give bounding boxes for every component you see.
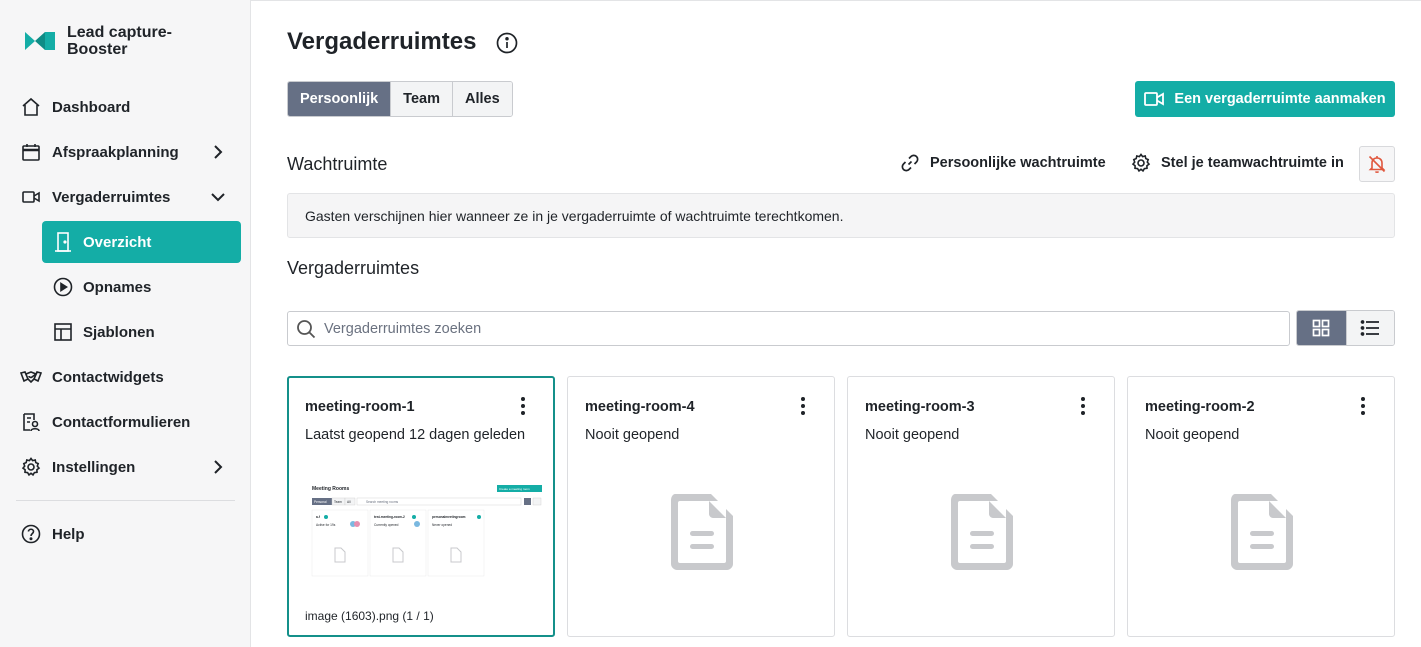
more-options-icon[interactable] (514, 395, 532, 417)
sidebar-item-label: Opnames (83, 278, 152, 296)
search-icon (297, 319, 316, 338)
waiting-room-title: Wachtruimte (287, 154, 388, 174)
recording-thumbnail[interactable]: Meeting Rooms Create a meeting room Pers… (309, 482, 543, 578)
bell-off-icon (1368, 155, 1386, 174)
layout-icon (52, 321, 74, 343)
list-icon (1360, 320, 1380, 336)
room-name: meeting-room-2 (1145, 399, 1255, 415)
sidebar-item-contactwidgets[interactable]: Contactwidgets (16, 356, 241, 398)
room-status: Nooit geopend (585, 427, 680, 443)
calendar-icon (20, 141, 42, 163)
document-icon (951, 494, 1013, 570)
view-toggle (1296, 310, 1395, 346)
sidebar-item-label: Contactformulieren (52, 413, 191, 431)
room-name: meeting-room-3 (865, 399, 975, 415)
grid-view-button[interactable] (1297, 311, 1346, 345)
more-options-icon[interactable] (1354, 395, 1372, 417)
thumb-tab: All (347, 500, 351, 504)
app-logo[interactable]: Lead capture-Booster (25, 24, 197, 58)
sidebar-item-afspraakplanning[interactable]: Afspraakplanning (16, 131, 241, 173)
thumb-card-status: Never opened (432, 523, 452, 527)
sidebar-item-overzicht[interactable]: Overzicht (42, 221, 241, 263)
team-waiting-room-label: Stel je teamwachtruimte in (1161, 155, 1344, 171)
sidebar-item-vergaderruimtes[interactable]: Vergaderruimtes (16, 176, 241, 218)
thumb-card-status: Active for 19s (316, 523, 336, 527)
app-name: Lead capture-Booster (67, 24, 172, 58)
home-icon (20, 96, 42, 118)
chevron-right-icon (214, 460, 223, 474)
play-circle-icon (52, 276, 74, 298)
personal-waiting-room-label: Persoonlijke wachtruimte (930, 155, 1106, 171)
sidebar-divider (16, 500, 235, 501)
notifications-toggle[interactable] (1359, 146, 1395, 182)
room-card-meeting-room-4[interactable]: meeting-room-4 Nooit geopend (567, 376, 835, 637)
logo-icon (25, 32, 55, 50)
rooms-section-title: Vergaderruimtes (287, 258, 420, 278)
tab-team[interactable]: Team (391, 82, 453, 116)
page-title: Vergaderruimtes (287, 28, 477, 55)
tab-alles[interactable]: Alles (452, 82, 512, 116)
thumb-card-status: Currently opened (374, 523, 399, 527)
recording-filename: image (1603).png (1 / 1) (305, 609, 434, 623)
room-status: Nooit geopend (865, 427, 960, 443)
room-card-meeting-room-1[interactable]: meeting-room-1 Laatst geopend 12 dagen g… (287, 376, 555, 637)
thumb-tab: Team (334, 500, 342, 504)
document-icon (1231, 494, 1293, 570)
thumb-search: Search meeting rooms (366, 500, 398, 504)
info-icon[interactable] (496, 32, 518, 54)
handshake-icon (20, 366, 42, 388)
room-card-meeting-room-2[interactable]: meeting-room-2 Nooit geopend (1127, 376, 1395, 637)
sidebar-item-dashboard[interactable]: Dashboard (16, 86, 241, 128)
document-icon (671, 494, 733, 570)
thumb-card-name: personalmeetingroom (432, 515, 466, 519)
more-options-icon[interactable] (1074, 395, 1092, 417)
thumb-title: Meeting Rooms (312, 486, 349, 492)
gear-icon (1131, 153, 1151, 173)
sidebar-item-label: Instellingen (52, 458, 136, 476)
grid-icon (1312, 319, 1330, 337)
personal-waiting-room-link[interactable]: Persoonlijke wachtruimte (900, 153, 1106, 173)
chevron-right-icon (214, 145, 223, 159)
sidebar-item-label: Help (52, 525, 85, 543)
room-status: Laatst geopend 12 dagen geleden (305, 427, 526, 443)
waiting-room-empty-state: Gasten verschijnen hier wanneer ze in je… (287, 193, 1395, 238)
video-icon (1144, 92, 1165, 106)
room-card-meeting-room-3[interactable]: meeting-room-3 Nooit geopend (847, 376, 1115, 637)
sidebar-item-label: Sjablonen (83, 323, 155, 341)
room-search[interactable] (287, 311, 1290, 346)
sidebar-item-label: Overzicht (83, 233, 152, 251)
sidebar-item-instellingen[interactable]: Instellingen (16, 446, 241, 488)
room-status: Nooit geopend (1145, 427, 1240, 443)
search-input[interactable] (324, 320, 1224, 337)
gear-icon (20, 456, 42, 478)
tab-persoonlijk[interactable]: Persoonlijk (288, 82, 392, 116)
room-name: meeting-room-1 (305, 399, 415, 415)
sidebar-item-opnames[interactable]: Opnames (42, 266, 241, 308)
help-icon (20, 523, 42, 545)
create-button-label: Een vergaderruimte aanmaken (1174, 91, 1386, 107)
sidebar-item-help[interactable]: Help (16, 513, 241, 555)
create-meeting-room-button[interactable]: Een vergaderruimte aanmaken (1135, 81, 1395, 117)
thumb-create-button: Create a meeting room (499, 487, 530, 491)
room-filter-tabs: Persoonlijk Team Alles (287, 81, 513, 117)
thumb-tab: Personal (314, 500, 327, 504)
chevron-down-icon (211, 193, 225, 202)
team-waiting-room-setup[interactable]: Stel je teamwachtruimte in (1131, 153, 1344, 173)
door-icon (52, 231, 74, 253)
list-view-button[interactable] (1345, 311, 1394, 345)
more-options-icon[interactable] (794, 395, 812, 417)
sidebar-item-label: Contactwidgets (52, 368, 164, 386)
sidebar: Lead capture-Booster Dashboard Afspraakp… (0, 0, 251, 647)
sidebar-item-contactformulieren[interactable]: Contactformulieren (16, 401, 241, 443)
form-icon (20, 411, 42, 433)
room-name: meeting-room-4 (585, 399, 695, 415)
sidebar-item-sjablonen[interactable]: Sjablonen (42, 311, 241, 353)
video-icon (20, 186, 42, 208)
thumb-card-name: test-meeting-room-2 (374, 515, 405, 519)
sidebar-item-label: Afspraakplanning (52, 143, 179, 161)
sidebar-item-label: Vergaderruimtes (52, 188, 171, 206)
sidebar-item-label: Dashboard (52, 98, 131, 116)
main-content: Vergaderruimtes Persoonlijk Team Alles E… (251, 0, 1421, 647)
link-icon (901, 154, 919, 172)
